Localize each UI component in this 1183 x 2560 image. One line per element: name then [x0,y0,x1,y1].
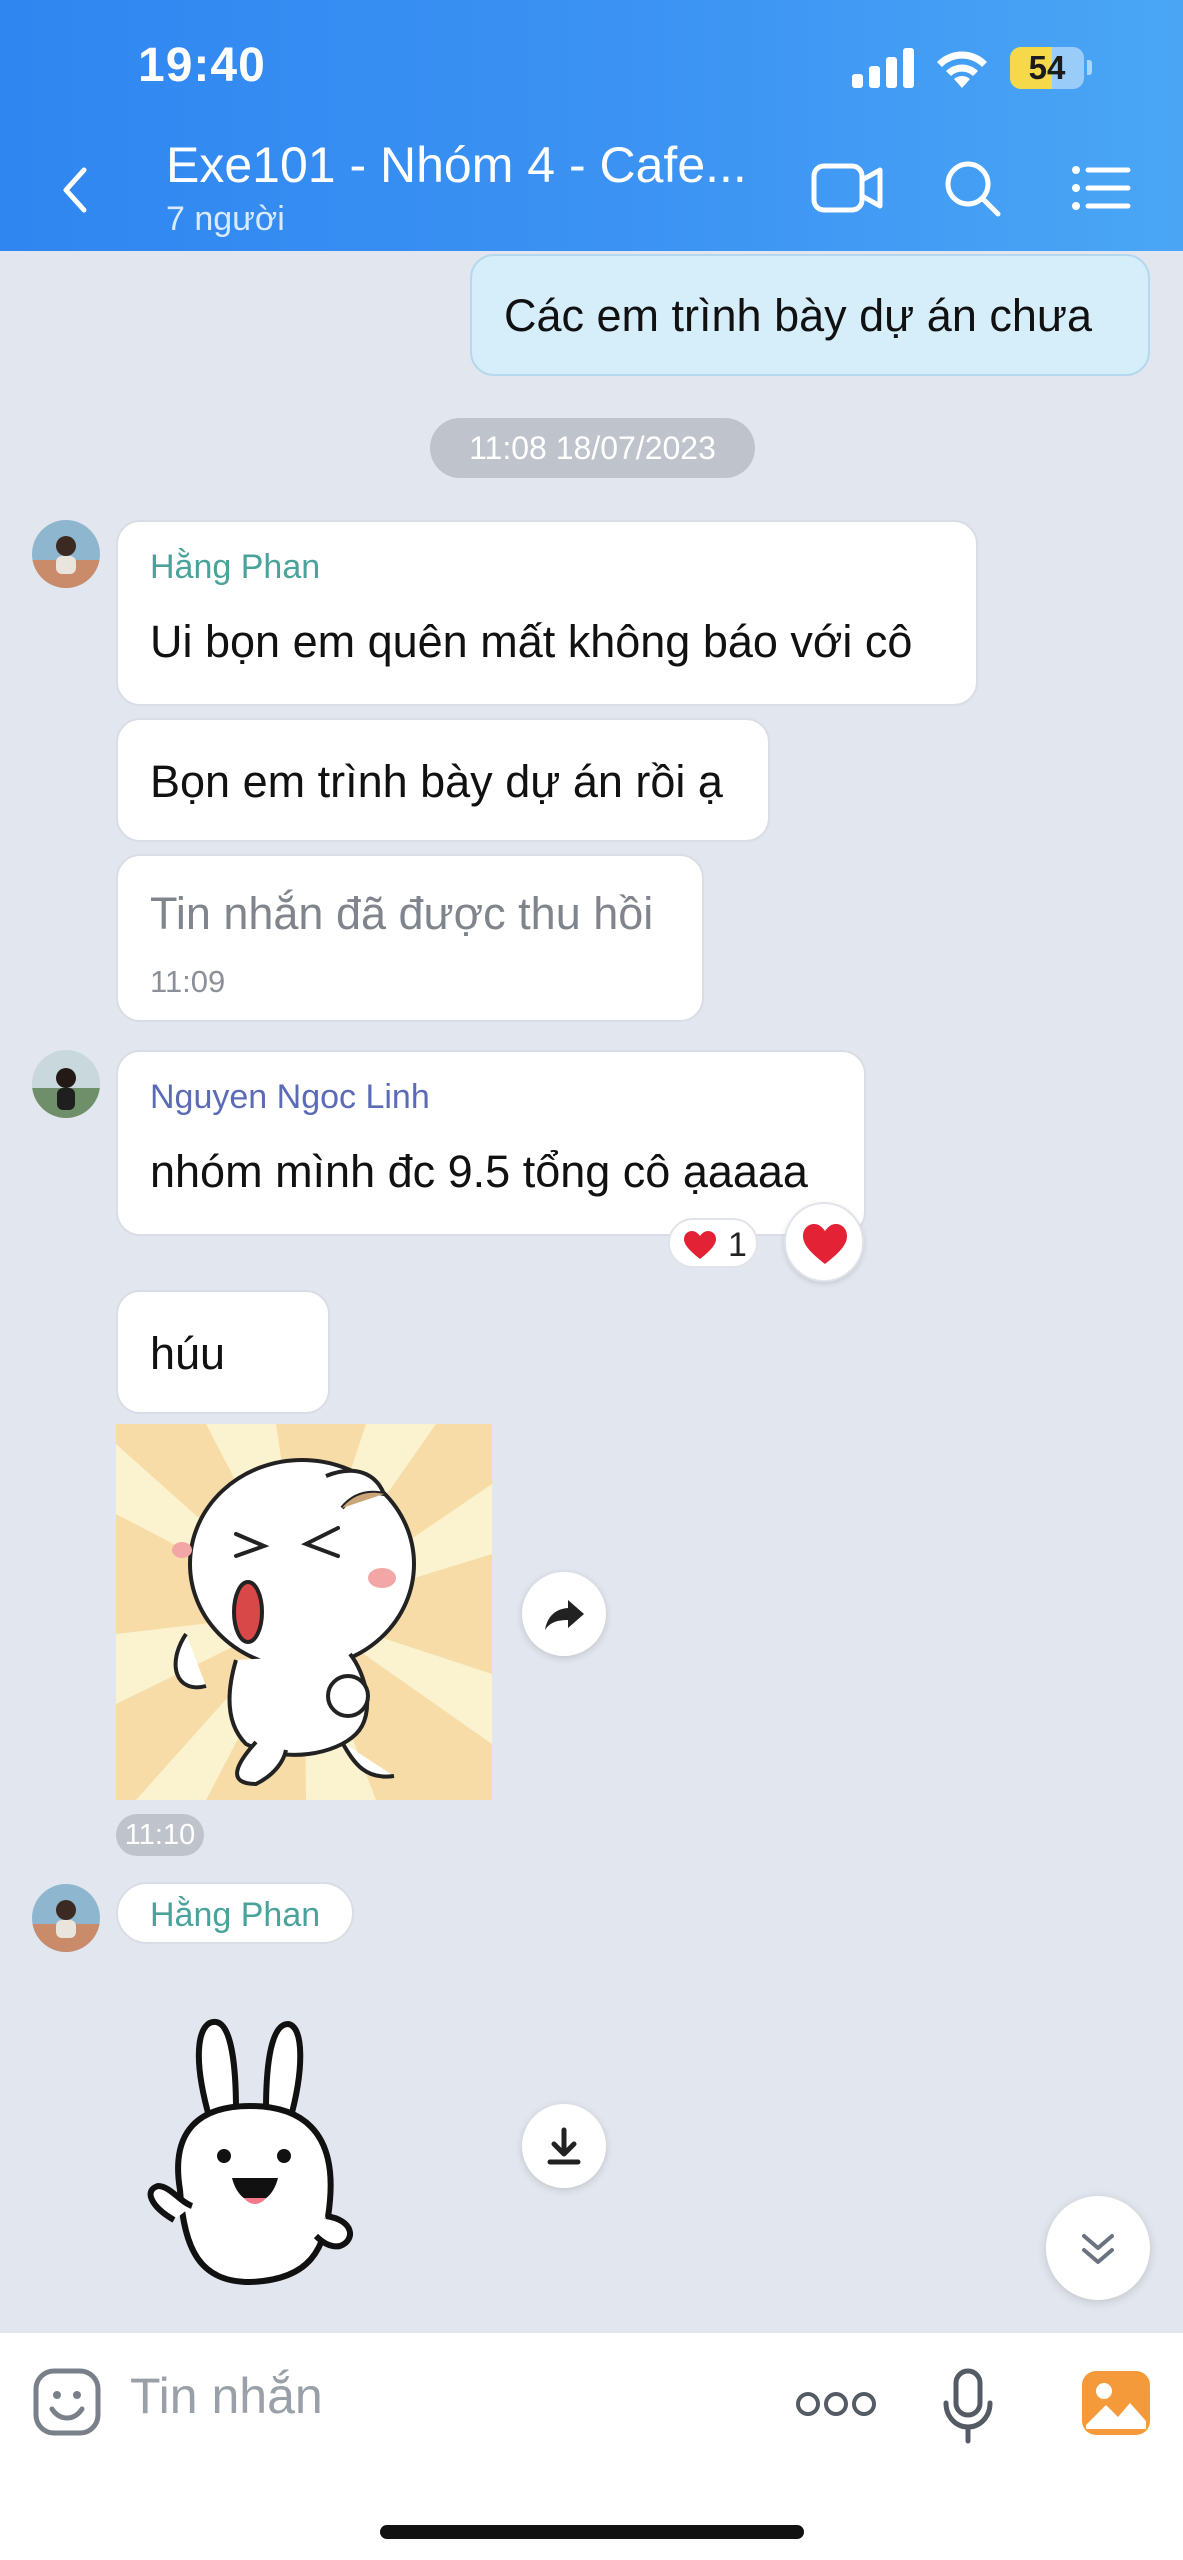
sticker-time: 11:10 [116,1814,204,1856]
microphone-icon[interactable] [940,2367,996,2447]
message-text: Các em trình bày dự án chưa [504,290,1093,341]
recalled-message-text: Tin nhắn đã được thu hồi [150,888,654,939]
download-icon [547,2127,581,2165]
battery-level: 54 [1028,49,1066,86]
video-call-icon[interactable] [808,152,888,224]
search-icon[interactable] [934,152,1014,224]
download-button[interactable] [522,2104,606,2188]
reaction-summary[interactable]: 1 [668,1218,758,1268]
rabbit-sticker[interactable] [140,2010,360,2290]
chat-screen: 19:40 54 Exe101 - Nhóm 4 - Cafe... 7 ngư… [0,0,1183,2560]
back-chevron-icon[interactable] [52,160,98,220]
message-text: húu [150,1328,226,1379]
sticker-emoji-icon[interactable] [32,2367,102,2437]
message-text: Ui bọn em quên mất không báo với cô [150,616,913,667]
reaction-count: 1 [728,1226,747,1264]
share-forward-icon [545,1600,584,1630]
sender-name[interactable]: Hằng Phan [150,1896,320,1935]
heart-icon [684,1231,716,1259]
message-time: 11:09 [150,964,226,999]
gallery-icon[interactable] [1080,2369,1152,2437]
chat-header: 19:40 54 Exe101 - Nhóm 4 - Cafe... 7 ngư… [0,0,1183,251]
heart-icon [803,1224,847,1264]
status-time: 19:40 [138,39,266,92]
scroll-to-bottom-button[interactable] [1046,2196,1150,2300]
react-heart-button[interactable] [784,1202,864,1282]
menu-list-icon[interactable] [1062,152,1142,224]
recalled-message-bubble[interactable]: Tin nhắn đã được thu hồi 11:09 [116,854,704,1022]
home-indicator [380,2525,804,2539]
date-separator: 11:08 18/07/2023 [430,418,755,478]
share-forward-button[interactable] [522,1572,606,1656]
incoming-message-bubble[interactable]: Nguyen Ngoc Linh nhóm mình đc 9.5 tổng c… [116,1050,866,1236]
message-input[interactable]: Tin nhắn [130,2367,323,2425]
sender-name[interactable]: Nguyen Ngoc Linh [150,1078,430,1117]
incoming-message-bubble[interactable]: Bọn em trình bày dự án rồi ạ [116,718,770,842]
incoming-message-bubble[interactable]: Hằng Phan Ui bọn em quên mất không báo v… [116,520,978,706]
wifi-icon [937,51,987,88]
chat-title[interactable]: Exe101 - Nhóm 4 - Cafe... [166,136,747,194]
message-text: Bọn em trình bày dự án rồi ạ [150,756,723,807]
member-count: 7 người [166,200,285,238]
incoming-message-bubble[interactable]: húu [116,1290,330,1414]
chevron-double-down-icon [1082,2234,1114,2264]
avatar[interactable] [32,1884,100,1952]
sticker-image[interactable] [116,1424,492,1800]
sender-name[interactable]: Hằng Phan [150,548,320,587]
more-dots-icon[interactable] [796,2389,876,2419]
avatar[interactable] [32,520,100,588]
outgoing-message-bubble[interactable]: Các em trình bày dự án chưa [470,254,1150,376]
message-composer: Tin nhắn [0,2332,1183,2560]
battery-indicator: 54 [1010,47,1092,89]
message-text: nhóm mình đc 9.5 tổng cô ạaaaa [150,1146,808,1197]
cellular-signal-icon [852,48,914,88]
avatar[interactable] [32,1050,100,1118]
sender-name-pill[interactable]: Hằng Phan [116,1882,354,1944]
